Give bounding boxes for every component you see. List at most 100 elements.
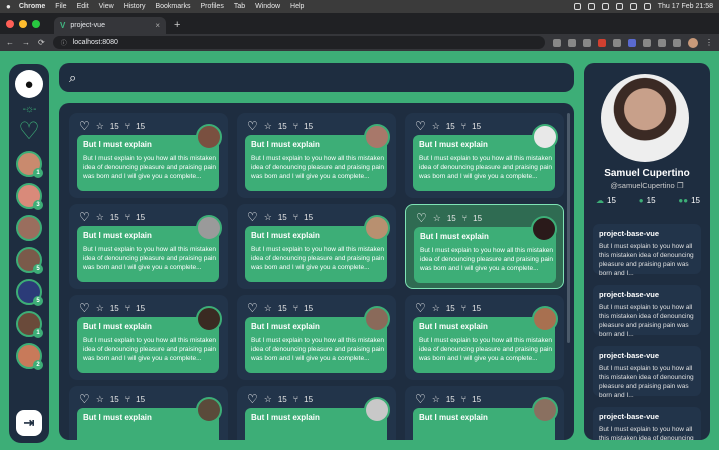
heart-icon[interactable]: ♡ — [79, 119, 90, 133]
repo-card[interactable]: ♡ ☆ 15 ⑂ 15 But I must explain But I must expl… — [405, 295, 564, 380]
star-icon[interactable]: ☆ — [264, 212, 272, 223]
repo-item[interactable]: project-base-vue But I must explain to yo… — [593, 346, 701, 399]
heart-icon[interactable]: ♡ — [415, 301, 426, 315]
sidebar-user-avatar[interactable] — [16, 215, 42, 241]
theme-toggle-icon[interactable]: -☼- — [23, 104, 37, 115]
window-icon[interactable] — [587, 3, 595, 10]
extension-icon[interactable] — [643, 38, 651, 47]
favorites-heart-icon[interactable]: ♡ — [18, 119, 40, 145]
menubar-clock[interactable]: Thu 17 Feb 21:58 — [658, 3, 713, 10]
card-owner-avatar[interactable] — [364, 215, 390, 241]
fork-icon[interactable]: ⑂ — [125, 394, 130, 404]
heart-icon[interactable]: ♡ — [247, 210, 258, 224]
star-icon[interactable]: ☆ — [264, 303, 272, 314]
copy-icon[interactable]: ❐ — [677, 181, 684, 190]
heart-icon[interactable]: ♡ — [79, 210, 90, 224]
star-icon[interactable]: ☆ — [264, 394, 272, 405]
repo-card[interactable]: ♡ ☆ 15 ⑂ 15 But I must explain But I must expl… — [69, 113, 228, 198]
card-owner-avatar[interactable] — [531, 216, 557, 242]
fork-icon[interactable]: ⑂ — [293, 394, 298, 404]
star-icon[interactable]: ☆ — [96, 303, 104, 314]
repo-card[interactable]: ♡ ☆ 15 ⑂ 15 But I must explain — [237, 386, 396, 440]
search-icon[interactable]: ⌕ — [69, 70, 76, 86]
repo-item[interactable]: project-base-vue But I must explain to yo… — [593, 407, 701, 440]
star-icon[interactable]: ☆ — [96, 394, 104, 405]
star-icon[interactable]: ☆ — [96, 212, 104, 223]
repo-card[interactable]: ♡ ☆ 15 ⑂ 15 But I must explain — [69, 386, 228, 440]
repo-card[interactable]: ♡ ☆ 15 ⑂ 15 But I must explain But I must expl… — [69, 204, 228, 289]
heart-icon[interactable]: ♡ — [79, 392, 90, 406]
close-window-button[interactable] — [6, 19, 14, 28]
fork-icon[interactable]: ⑂ — [461, 394, 466, 404]
repo-card[interactable]: ♡ ☆ 15 ⑂ 15 But I must explain But I must expl… — [69, 295, 228, 380]
card-owner-avatar[interactable] — [196, 306, 222, 332]
sidebar-user-avatar[interactable]: 2 — [16, 343, 43, 370]
fork-icon[interactable]: ⑂ — [293, 303, 298, 313]
menu-file[interactable]: File — [55, 3, 66, 10]
menu-help[interactable]: Help — [290, 3, 304, 10]
card-owner-avatar[interactable] — [364, 397, 390, 423]
new-tab-button[interactable]: + — [174, 17, 180, 34]
repo-card[interactable]: ♡ ☆ 15 ⑂ 15 But I must explain But I must expl… — [405, 204, 564, 289]
sidepanel-icon[interactable] — [673, 38, 681, 47]
fork-icon[interactable]: ⑂ — [462, 213, 467, 223]
search-input[interactable] — [84, 72, 555, 83]
control-center-icon[interactable] — [643, 3, 651, 10]
heart-icon[interactable]: ♡ — [415, 119, 426, 133]
repo-card[interactable]: ♡ ☆ 15 ⑂ 15 But I must explain But I must expl… — [237, 204, 396, 289]
puzzle-icon[interactable] — [658, 38, 666, 47]
info-icon[interactable]: ⓘ — [61, 38, 67, 47]
sidebar-user-avatar[interactable]: 1 — [16, 311, 43, 338]
browser-tab[interactable]: V project-vue × — [54, 17, 166, 34]
address-bar[interactable]: ⓘ localhost:8080 — [52, 36, 545, 49]
extension-icon[interactable] — [613, 38, 621, 47]
card-owner-avatar[interactable] — [364, 124, 390, 150]
menu-tab[interactable]: Tab — [234, 3, 245, 10]
sidebar-user-avatar[interactable]: 1 — [16, 151, 43, 178]
fork-icon[interactable]: ⑂ — [293, 121, 298, 131]
tab-close-icon[interactable]: × — [155, 21, 160, 30]
translate-icon[interactable] — [553, 38, 561, 47]
menu-app-name[interactable]: Chrome — [19, 3, 45, 10]
apple-icon[interactable]: ● — [6, 2, 11, 11]
battery-icon[interactable] — [615, 3, 623, 10]
star-icon[interactable]: ☆ — [433, 213, 441, 224]
profile-avatar[interactable] — [688, 37, 698, 48]
menu-history[interactable]: History — [124, 3, 146, 10]
share-icon[interactable] — [568, 38, 576, 47]
forward-icon[interactable]: → — [22, 38, 30, 47]
card-owner-avatar[interactable] — [532, 306, 558, 332]
card-owner-avatar[interactable] — [364, 306, 390, 332]
repo-card[interactable]: ♡ ☆ 15 ⑂ 15 But I must explain But I must expl… — [237, 295, 396, 380]
menu-edit[interactable]: Edit — [77, 3, 89, 10]
card-owner-avatar[interactable] — [532, 397, 558, 423]
minimize-window-button[interactable] — [19, 19, 27, 28]
scrollbar[interactable] — [567, 113, 570, 343]
card-owner-avatar[interactable] — [532, 124, 558, 150]
bookmark-star-icon[interactable] — [583, 38, 591, 47]
menu-bookmarks[interactable]: Bookmarks — [155, 3, 190, 10]
repo-card[interactable]: ♡ ☆ 15 ⑂ 15 But I must explain — [405, 386, 564, 440]
heart-icon[interactable]: ♡ — [247, 392, 258, 406]
fork-icon[interactable]: ⑂ — [125, 303, 130, 313]
star-icon[interactable]: ☆ — [264, 121, 272, 132]
repo-item[interactable]: project-base-vue But I must explain to yo… — [593, 285, 701, 338]
heart-icon[interactable]: ♡ — [247, 119, 258, 133]
sidebar-user-avatar[interactable]: 5 — [16, 279, 43, 306]
extension-icon[interactable] — [598, 38, 606, 47]
card-owner-avatar[interactable] — [196, 397, 222, 423]
fork-icon[interactable]: ⑂ — [125, 121, 130, 131]
star-icon[interactable]: ☆ — [432, 394, 440, 405]
heart-icon[interactable]: ♡ — [79, 301, 90, 315]
star-icon[interactable]: ☆ — [96, 121, 104, 132]
menu-view[interactable]: View — [99, 3, 114, 10]
logout-icon[interactable]: ⇥ — [16, 410, 42, 436]
repo-item[interactable]: project-base-vue But I must explain to yo… — [593, 224, 701, 277]
back-icon[interactable]: ← — [6, 38, 14, 47]
wifi-icon[interactable] — [629, 3, 637, 10]
fork-icon[interactable]: ⑂ — [461, 121, 466, 131]
record-icon[interactable] — [573, 3, 581, 10]
menu-dots-icon[interactable]: ⋮ — [705, 38, 713, 47]
menu-window[interactable]: Window — [255, 3, 280, 10]
sidebar-user-avatar[interactable]: 5 — [16, 247, 43, 274]
